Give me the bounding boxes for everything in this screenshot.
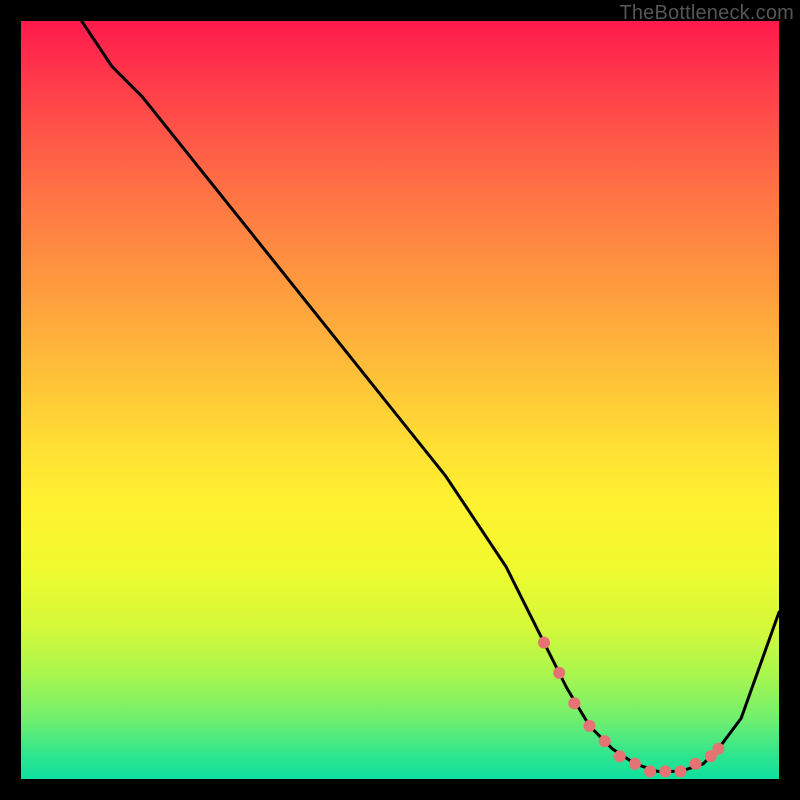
- plateau-marker: [568, 697, 580, 709]
- plateau-marker: [659, 765, 671, 777]
- plateau-marker: [675, 765, 687, 777]
- plateau-marker: [712, 743, 724, 755]
- plateau-marker: [629, 758, 641, 770]
- plateau-marker: [690, 758, 702, 770]
- chart-svg: [21, 21, 779, 779]
- chart-frame: [21, 21, 779, 779]
- plateau-marker: [599, 735, 611, 747]
- plateau-marker: [553, 667, 565, 679]
- watermark-text: TheBottleneck.com: [619, 2, 794, 25]
- plateau-marker: [584, 720, 596, 732]
- plateau-marker: [614, 750, 626, 762]
- plateau-marker-group: [538, 637, 724, 778]
- plateau-marker: [538, 637, 550, 649]
- plateau-marker: [644, 765, 656, 777]
- bottleneck-curve-path: [82, 21, 779, 771]
